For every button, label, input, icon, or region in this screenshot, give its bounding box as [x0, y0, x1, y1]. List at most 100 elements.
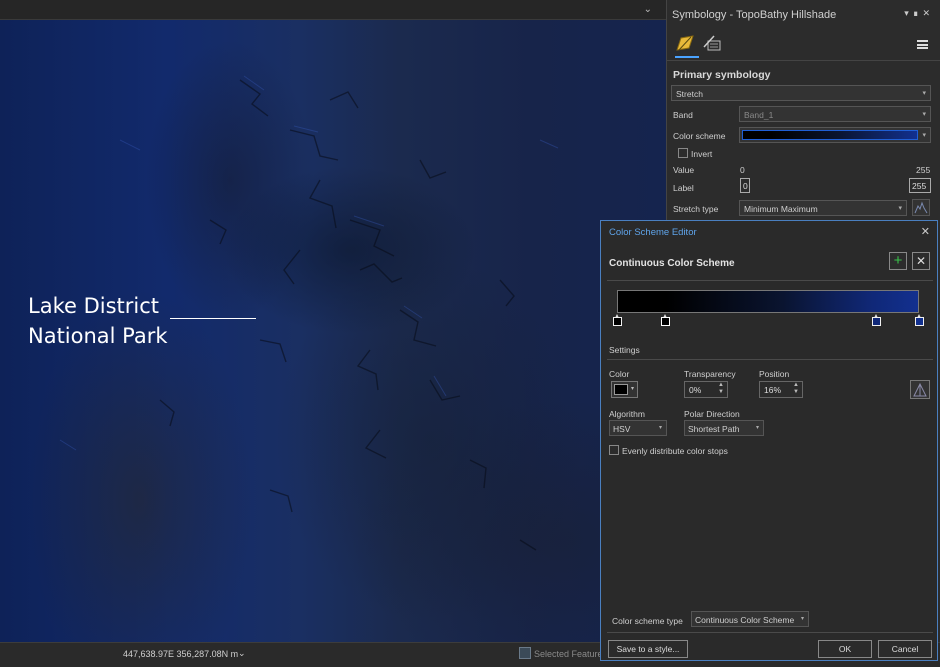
spinner-arrows-icon[interactable]: ▲ ▼ [718, 382, 724, 396]
spinner-arrows-icon[interactable]: ▲ ▼ [793, 382, 799, 396]
divider [607, 280, 933, 281]
ridge-shadow [349, 219, 395, 257]
ridge-shadow [419, 159, 447, 179]
scheme-type-label: Color scheme type [612, 616, 683, 626]
evenly-distribute-checkbox[interactable] [609, 445, 619, 455]
chevron-down-icon: ▾ [922, 132, 926, 139]
selected-features-label[interactable]: Selected Feature [534, 649, 603, 659]
position-label: Position [759, 369, 790, 379]
color-ramp-preview[interactable] [617, 290, 919, 313]
map-view[interactable]: Lake District National Park [0, 20, 666, 642]
invert-checkbox[interactable] [678, 148, 688, 158]
mask-tab-icon[interactable] [702, 33, 722, 53]
stretch-type-label: Stretch type [673, 204, 719, 214]
settings-label: Settings [609, 345, 640, 355]
primary-symbology-tab-icon[interactable] [675, 33, 695, 53]
histogram-button[interactable] [910, 380, 930, 399]
ridge-highlight [539, 139, 559, 149]
label-leader-line [170, 318, 256, 319]
save-to-style-button[interactable]: Save to a style... [608, 640, 688, 658]
transparency-label: Transparency [684, 369, 736, 379]
divider [607, 632, 933, 633]
stretch-type-dropdown[interactable]: Minimum Maximum ▾ [739, 200, 907, 216]
band-dropdown[interactable]: Band_1 ▾ [739, 106, 931, 122]
color-stop-handle[interactable] [872, 314, 882, 328]
chevron-down-icon: ▾ [755, 425, 759, 431]
algorithm-value: HSV [613, 424, 631, 434]
renderer-dropdown[interactable]: Stretch ▾ [671, 85, 931, 101]
coordinate-readout: 447,638.97E 356,287.08N m [123, 649, 239, 659]
ridge-shadow [499, 279, 515, 307]
add-color-stop-button[interactable]: + [889, 252, 907, 270]
algorithm-dropdown[interactable]: HSV ▾ [609, 420, 667, 436]
pin-icon[interactable]: ∎ [913, 8, 923, 18]
label-min-input[interactable]: 0 [740, 178, 750, 193]
color-picker[interactable]: ▾ [611, 381, 638, 398]
ridge-shadow [239, 79, 269, 117]
hamburger-menu-icon[interactable] [917, 40, 928, 49]
chevron-down-icon: ▾ [800, 616, 804, 622]
ridge-highlight [403, 305, 423, 319]
ridge-highlight [293, 125, 319, 133]
primary-symbology-heading: Primary symbology [673, 69, 771, 81]
pane-controls: ▾∎✕ [904, 8, 934, 19]
color-stop-handle[interactable] [914, 314, 924, 328]
stretch-type-value: Minimum Maximum [744, 204, 818, 214]
ridge-highlight [59, 439, 77, 451]
polar-direction-value: Shortest Path [688, 424, 740, 434]
color-scheme-label: Color scheme [673, 131, 726, 141]
remove-color-stop-button[interactable]: ✕ [912, 252, 930, 270]
ridge-shadow [283, 249, 301, 285]
map-label-national-park: National Park [28, 324, 168, 348]
chevron-down-icon: ▾ [658, 425, 662, 431]
band-value: Band_1 [744, 110, 774, 120]
pane-title: Symbology - TopoBathy Hillshade [672, 9, 837, 21]
value-min: 0 [740, 165, 745, 175]
label-label: Label [673, 183, 694, 193]
divider [607, 359, 933, 360]
ridge-shadow [469, 459, 487, 489]
band-label: Band [673, 110, 693, 120]
close-icon[interactable]: ✕ [922, 8, 934, 18]
coordinate-units-chevron-icon[interactable]: ⌄ [238, 648, 246, 659]
cancel-button[interactable]: Cancel [878, 640, 932, 658]
ridge-shadow [359, 263, 403, 283]
color-stop-handle[interactable] [660, 314, 670, 328]
ridge-shadow [209, 219, 227, 245]
label-max-input[interactable]: 255 [909, 178, 931, 193]
transparency-value: 0% [689, 385, 702, 395]
ok-button[interactable]: OK [818, 640, 872, 658]
chevron-down-icon: ▾ [630, 386, 634, 392]
dialog-title: Color Scheme Editor [609, 227, 697, 238]
color-scheme-ramp-preview [742, 130, 918, 140]
scheme-type-value: Continuous Color Scheme [695, 615, 795, 625]
position-spinner[interactable]: 16% ▲ ▼ [759, 381, 803, 398]
scheme-type-dropdown[interactable]: Continuous Color Scheme ▾ [691, 611, 809, 627]
ridge-shadow [308, 179, 337, 229]
ridge-highlight [353, 215, 385, 227]
ridge-shadow [289, 129, 339, 161]
scheme-heading: Continuous Color Scheme [609, 258, 735, 269]
close-icon[interactable]: ✕ [921, 225, 930, 238]
transparency-spinner[interactable]: 0% ▲ ▼ [684, 381, 728, 398]
algorithm-label: Algorithm [609, 409, 645, 419]
ridge-shadow [159, 399, 175, 427]
color-stop-handle[interactable] [612, 314, 622, 328]
value-max: 255 [916, 165, 931, 175]
pane-menu-chevron-icon[interactable]: ▾ [904, 8, 913, 18]
selected-features-icon [519, 647, 531, 659]
map-label-lake-district: Lake District [28, 294, 160, 318]
histogram-icon [913, 382, 927, 397]
position-value: 16% [764, 385, 782, 395]
renderer-value: Stretch [676, 89, 703, 99]
chevron-down-icon: ▾ [922, 111, 926, 118]
color-scheme-dropdown[interactable]: ▾ [739, 127, 931, 143]
chevron-down-icon[interactable]: ⌄ [644, 4, 652, 15]
ridge-shadow [429, 379, 461, 401]
ridge-shadow [269, 489, 293, 513]
ridge-highlight [433, 375, 447, 397]
divider [667, 60, 940, 61]
ridge-shadow [356, 349, 379, 391]
histogram-button[interactable] [912, 199, 930, 216]
polar-direction-dropdown[interactable]: Shortest Path ▾ [684, 420, 764, 436]
